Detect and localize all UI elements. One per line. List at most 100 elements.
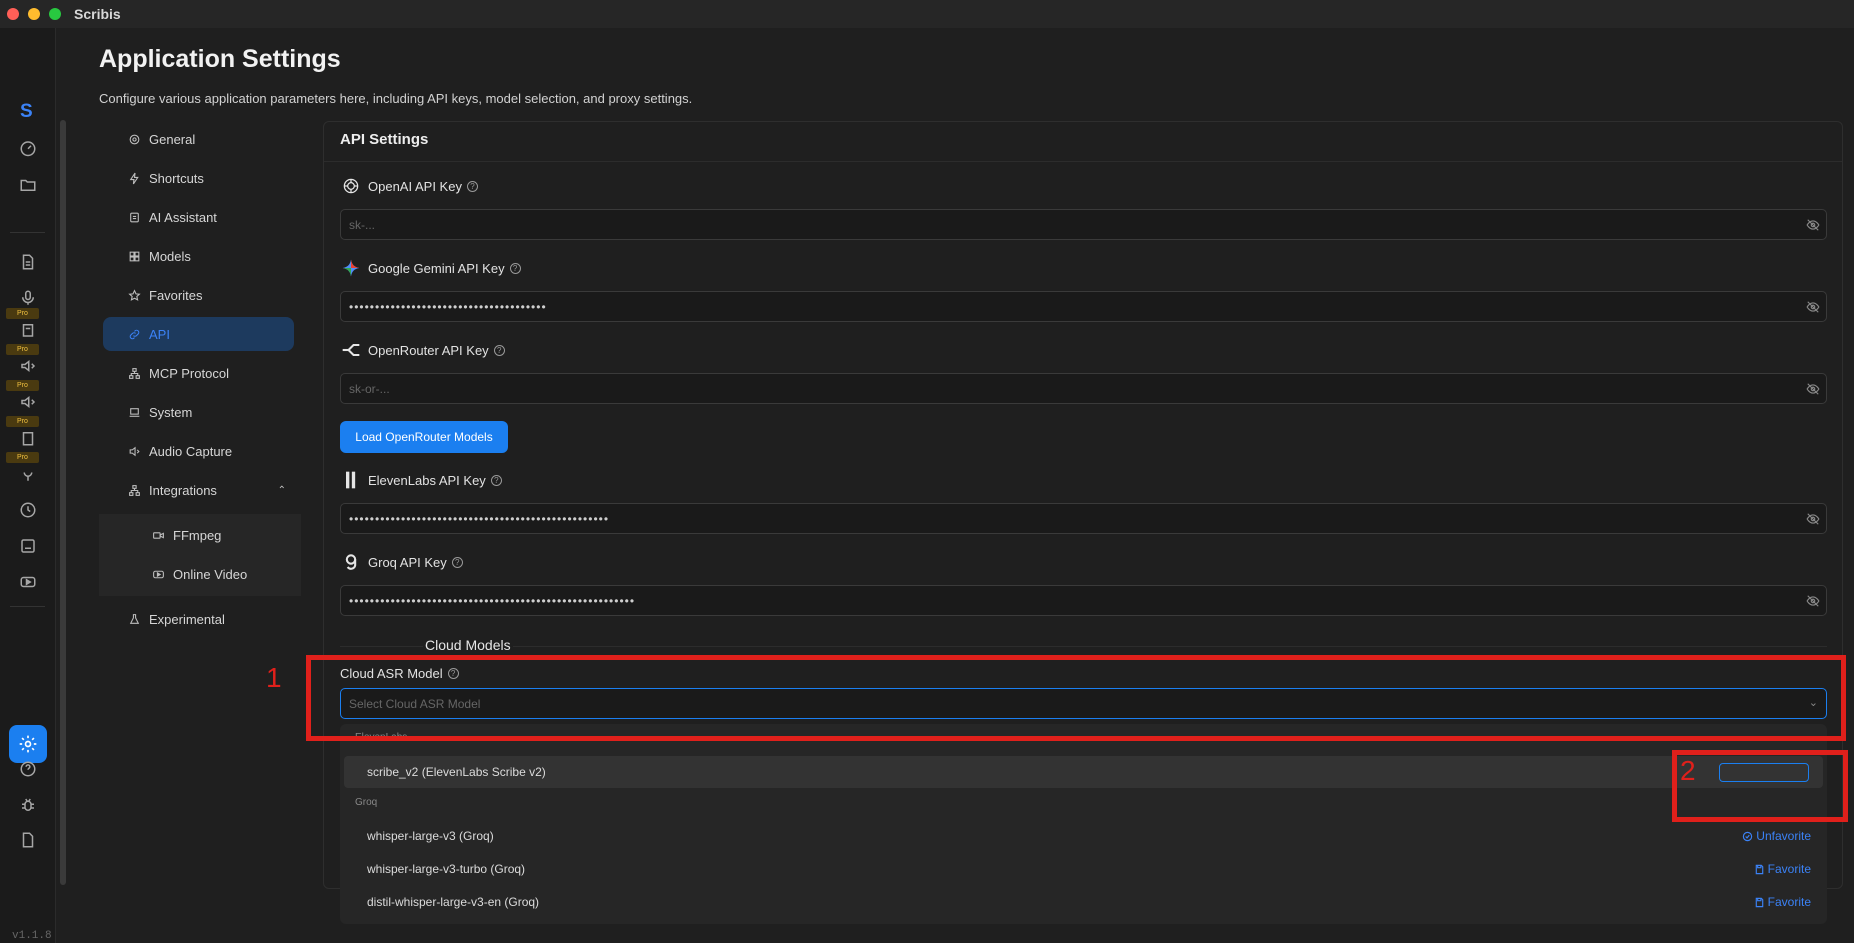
nav-item-favorites[interactable]: Favorites (103, 278, 294, 312)
eye-off-icon[interactable] (1806, 382, 1820, 396)
panel-heading: API Settings (340, 131, 429, 148)
integrations-icon (127, 483, 141, 497)
close-window-button[interactable] (7, 8, 19, 20)
nav-item-online-video[interactable]: Online Video (103, 557, 294, 591)
nav-item-label: Online Video (173, 566, 248, 582)
speaker-pro-icon-2[interactable] (16, 390, 40, 414)
gemini-logo-icon (340, 257, 362, 279)
elevenlabs-key-label: ElevenLabs API Key ? (340, 469, 502, 491)
grid-icon (127, 249, 141, 263)
image-icon[interactable] (16, 534, 40, 558)
nav-item-label: Favorites (149, 287, 203, 303)
help-icon[interactable]: ? (466, 180, 478, 192)
rail-divider (10, 606, 45, 607)
play-icon (151, 567, 165, 581)
nav-item-experimental[interactable]: Experimental (103, 602, 294, 636)
openrouter-key-input[interactable]: sk-or-... (340, 373, 1827, 404)
section-divider (340, 646, 1827, 647)
chevron-up-icon: ⌃ (277, 484, 286, 496)
cloud-asr-dropdown: ElevenLabs scribe_v2 (ElevenLabs Scribe … (340, 724, 1827, 924)
check-circle-icon (1743, 831, 1753, 841)
favorite-button[interactable]: Favorite (1754, 895, 1811, 909)
laptop-icon (127, 405, 141, 419)
file-icon[interactable] (16, 828, 40, 852)
help-icon[interactable]: ? (490, 474, 502, 486)
nav-item-system[interactable]: System (103, 395, 294, 429)
nav-item-integrations[interactable]: Integrations ⌃ (103, 473, 294, 507)
annotation-number-1: 1 (266, 662, 282, 693)
title-bar: Scribis (0, 0, 1854, 28)
assistant-icon (127, 210, 141, 224)
nav-item-models[interactable]: Models (103, 239, 294, 273)
help-icon[interactable]: ? (451, 556, 463, 568)
nav-item-label: General (149, 131, 196, 147)
eye-off-icon[interactable] (1806, 218, 1820, 232)
nav-item-ffmpeg[interactable]: FFmpeg (103, 518, 294, 552)
dropdown-option[interactable]: whisper-large-v3 (Groq) Unfavorite (344, 820, 1823, 852)
minimize-window-button[interactable] (28, 8, 40, 20)
gemini-key-input[interactable]: •••••••••••••••••••••••••••••••••••••• (340, 291, 1827, 322)
nav-item-shortcuts[interactable]: Shortcuts (103, 161, 294, 195)
clipboard-pro-icon[interactable] (16, 426, 40, 450)
app-title: Scribis (74, 6, 121, 22)
nav-item-label: Shortcuts (149, 170, 204, 186)
groq-key-input[interactable]: ••••••••••••••••••••••••••••••••••••••••… (340, 585, 1827, 616)
bolt-icon (127, 171, 141, 185)
annotation-number-2: 2 (1680, 755, 1696, 786)
link-icon (127, 327, 141, 341)
panel-divider (324, 161, 1842, 162)
rail-scrollbar[interactable] (60, 120, 66, 885)
rail-divider (10, 232, 45, 233)
unfavorite-button[interactable]: Unfavorite (1742, 829, 1811, 843)
nav-item-label: System (149, 404, 193, 420)
star-icon (127, 288, 141, 302)
groq-logo-icon (340, 551, 362, 573)
openrouter-logo-icon (340, 339, 362, 361)
openai-key-input[interactable]: sk-... (340, 209, 1827, 240)
nav-item-label: Integrations (149, 482, 217, 498)
eye-off-icon[interactable] (1806, 594, 1820, 608)
microphone-icon[interactable] (16, 286, 40, 310)
network-icon (127, 366, 141, 380)
nav-item-ai-assistant[interactable]: AI Assistant (103, 200, 294, 234)
podcast-pro-icon[interactable] (16, 462, 40, 486)
nav-item-mcp-protocol[interactable]: MCP Protocol (103, 356, 294, 390)
app-logo: S (20, 101, 33, 122)
nav-item-label: API (149, 326, 170, 342)
annotation-box-1 (306, 655, 1846, 741)
gear-icon (127, 132, 141, 146)
eye-off-icon[interactable] (1806, 512, 1820, 526)
dashboard-icon[interactable] (16, 136, 40, 160)
elevenlabs-key-input[interactable]: ••••••••••••••••••••••••••••••••••••••••… (340, 503, 1827, 534)
nav-item-label: Audio Capture (149, 443, 233, 459)
nav-item-label: AI Assistant (149, 209, 217, 225)
dropdown-option[interactable]: whisper-large-v3-turbo (Groq) Favorite (344, 853, 1823, 885)
help-icon[interactable]: ? (493, 344, 505, 356)
dropdown-option[interactable]: scribe_v2 (ElevenLabs Scribe v2) (344, 756, 1823, 788)
group-label-groq: Groq (355, 797, 378, 808)
integrations-submenu: FFmpeg Online Video (99, 514, 301, 596)
openrouter-key-label: OpenRouter API Key ? (340, 339, 505, 361)
document-icon[interactable] (16, 250, 40, 274)
maximize-window-button[interactable] (49, 8, 61, 20)
dropdown-option[interactable]: distil-whisper-large-v3-en (Groq) Favori… (344, 886, 1823, 918)
load-openrouter-models-button[interactable]: Load OpenRouter Models (340, 421, 508, 453)
nav-item-general[interactable]: General (103, 122, 294, 156)
save-icon (1755, 864, 1763, 874)
history-icon[interactable] (16, 498, 40, 522)
bug-icon[interactable] (16, 793, 40, 817)
nav-item-audio-capture[interactable]: Audio Capture (103, 434, 294, 468)
page-description: Configure various application parameters… (99, 91, 693, 106)
help-icon[interactable] (16, 757, 40, 781)
nav-item-api[interactable]: API (103, 317, 294, 351)
eye-off-icon[interactable] (1806, 300, 1820, 314)
help-icon[interactable]: ? (509, 262, 521, 274)
openai-logo-icon (340, 175, 362, 197)
speaker-pro-icon[interactable] (16, 354, 40, 378)
notes-pro-icon[interactable] (16, 318, 40, 342)
folder-icon[interactable] (16, 173, 40, 197)
youtube-icon[interactable] (16, 570, 40, 594)
video-icon (151, 528, 165, 542)
nav-item-label: Models (149, 248, 191, 264)
favorite-button[interactable]: Favorite (1754, 862, 1811, 876)
